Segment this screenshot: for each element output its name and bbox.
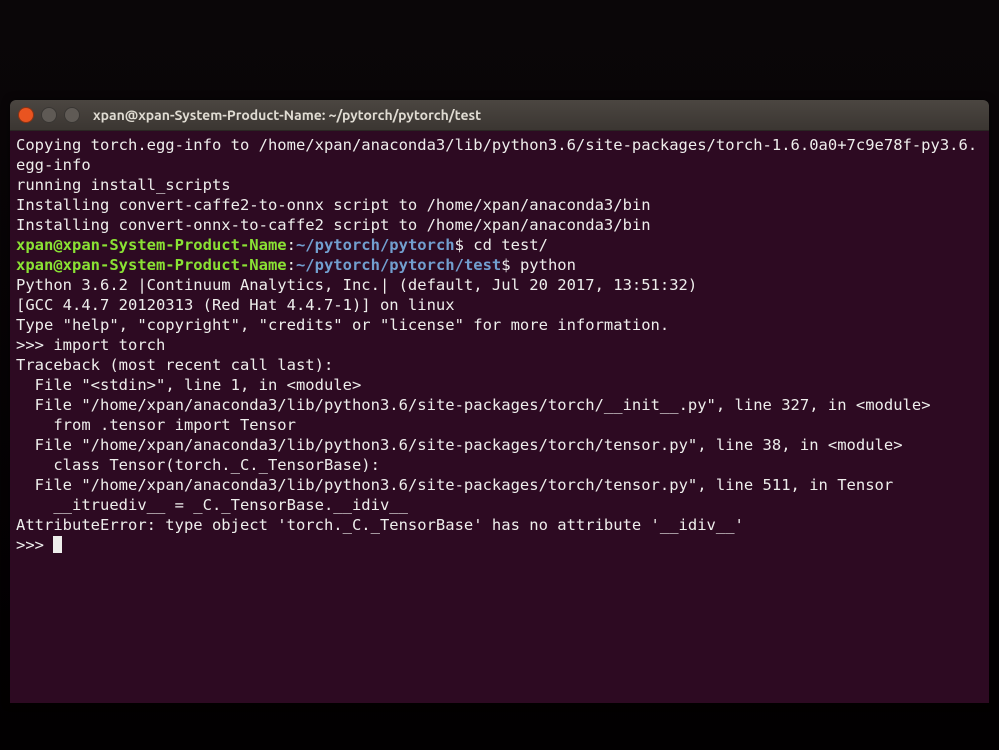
output-line: Type "help", "copyright", "credits" or "… <box>16 316 669 334</box>
traceback-line: File "/home/xpan/anaconda3/lib/python3.6… <box>16 436 903 454</box>
output-line: Copying torch.egg-info to /home/xpan/ana… <box>16 136 977 174</box>
prompt-user: xpan@xpan-System-Product-Name <box>16 236 287 254</box>
prompt-sep: : <box>287 256 296 274</box>
output-line: [GCC 4.4.7 20120313 (Red Hat 4.4.7-1)] o… <box>16 296 455 314</box>
output-line: Installing convert-onnx-to-caffe2 script… <box>16 216 651 234</box>
command-text: python <box>520 256 576 274</box>
close-icon[interactable] <box>18 107 34 123</box>
terminal-body[interactable]: Copying torch.egg-info to /home/xpan/ana… <box>10 131 989 703</box>
prompt-path: ~/pytorch/pytorch <box>296 236 455 254</box>
traceback-line: File "/home/xpan/anaconda3/lib/python3.6… <box>16 396 931 414</box>
terminal-window: xpan@xpan-System-Product-Name: ~/pytorch… <box>10 100 989 703</box>
desktop: xpan@xpan-System-Product-Name: ~/pytorch… <box>0 0 999 750</box>
output-line: Python 3.6.2 |Continuum Analytics, Inc.|… <box>16 276 707 294</box>
traceback-line: class Tensor(torch._C._TensorBase): <box>16 456 380 474</box>
window-titlebar[interactable]: xpan@xpan-System-Product-Name: ~/pytorch… <box>10 100 989 131</box>
traceback-header: Traceback (most recent call last): <box>16 356 333 374</box>
prompt-path: ~/pytorch/pytorch/test <box>296 256 501 274</box>
prompt-dollar: $ <box>501 256 520 274</box>
minimize-icon[interactable] <box>41 107 57 123</box>
prompt-dollar: $ <box>455 236 474 254</box>
traceback-line: __itruediv__ = _C._TensorBase.__idiv__ <box>16 496 408 514</box>
error-line: AttributeError: type object 'torch._C._T… <box>16 516 744 534</box>
maximize-icon[interactable] <box>64 107 80 123</box>
output-line: running install_scripts <box>16 176 231 194</box>
traceback-line: File "<stdin>", line 1, in <module> <box>16 376 361 394</box>
traceback-line: from .tensor import Tensor <box>16 416 296 434</box>
output-line: Installing convert-caffe2-to-onnx script… <box>16 196 651 214</box>
prompt-user: xpan@xpan-System-Product-Name <box>16 256 287 274</box>
prompt-sep: : <box>287 236 296 254</box>
repl-input: >>> import torch <box>16 336 165 354</box>
repl-prompt: >>> <box>16 536 53 554</box>
traceback-line: File "/home/xpan/anaconda3/lib/python3.6… <box>16 476 893 494</box>
command-text: cd test/ <box>473 236 548 254</box>
cursor-icon <box>53 536 62 553</box>
window-title: xpan@xpan-System-Product-Name: ~/pytorch… <box>93 107 481 123</box>
